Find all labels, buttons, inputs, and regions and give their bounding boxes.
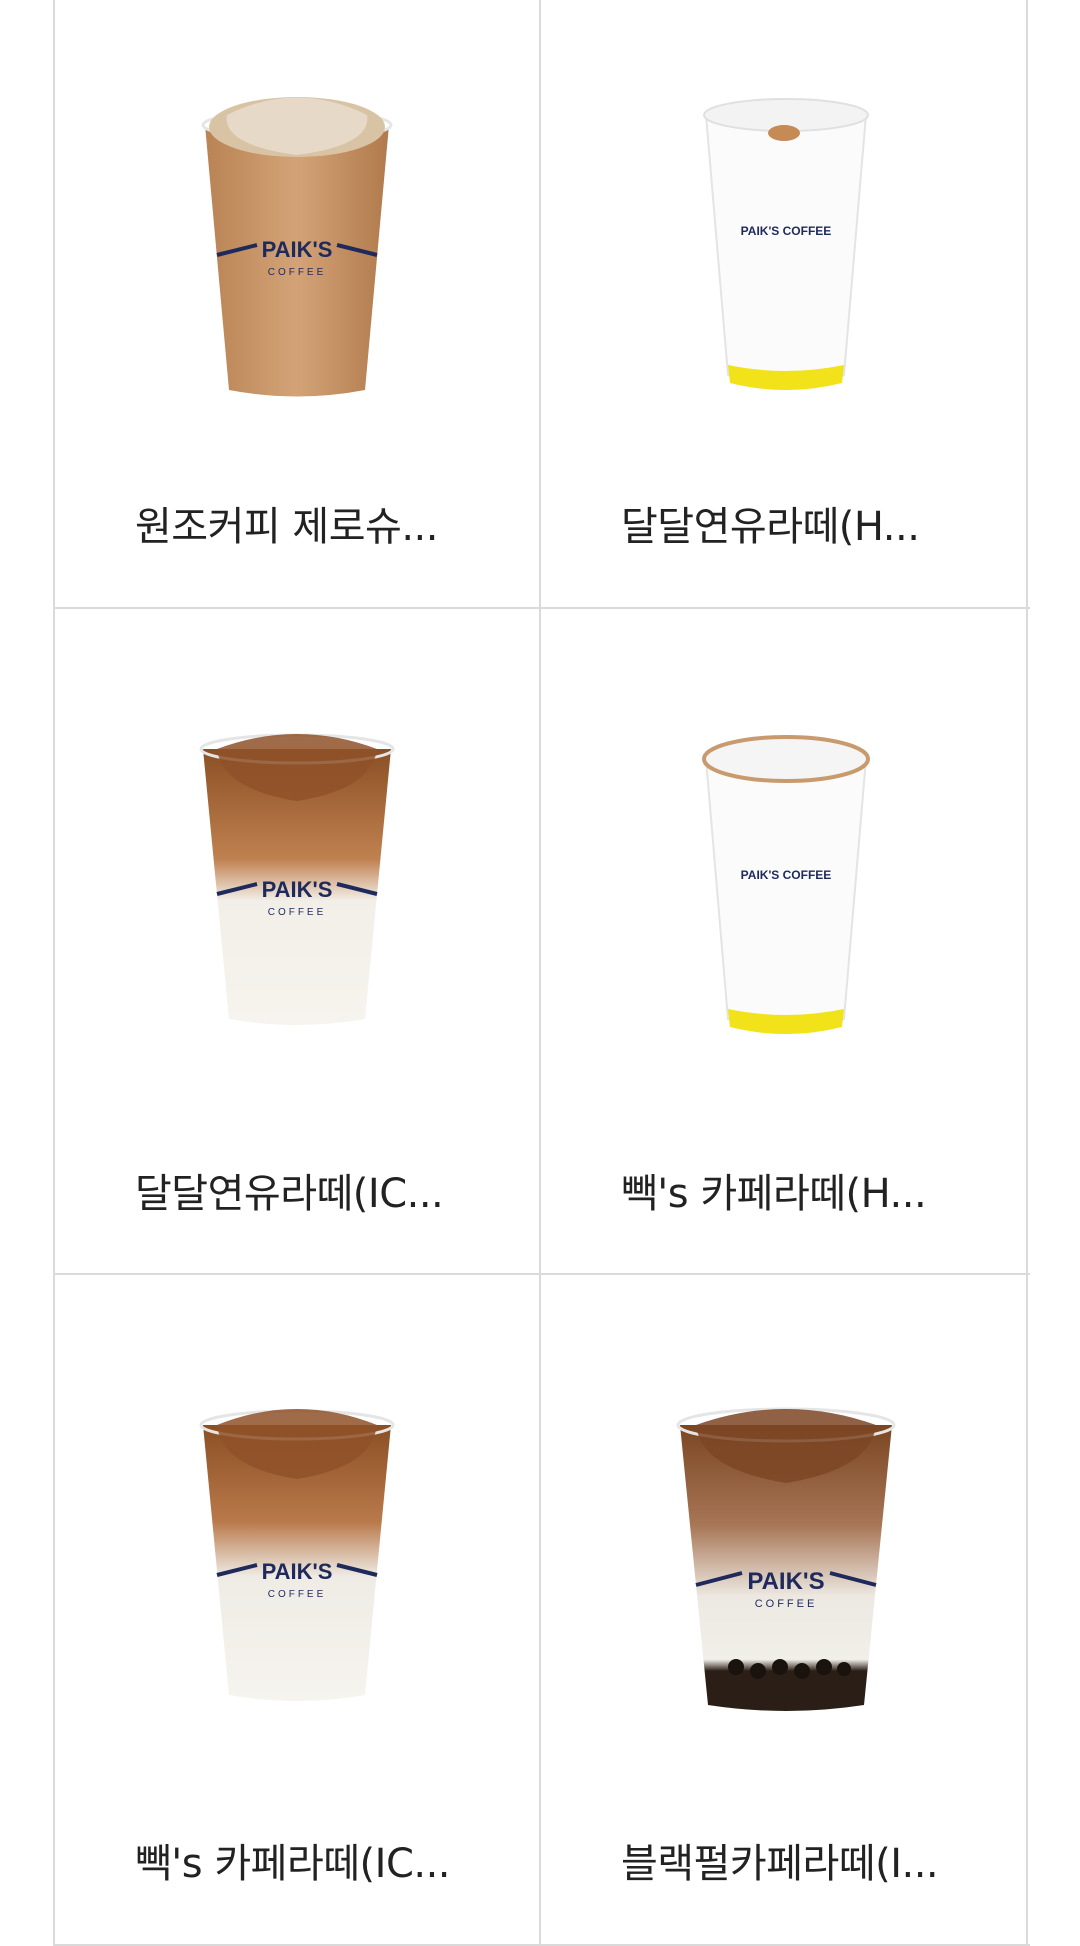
cup-brand-text: PAIK'S COFFEE	[740, 868, 831, 882]
product-name: 원조커피 제로슈...	[135, 504, 438, 550]
cup-brand-text: PAIK'S	[747, 1568, 824, 1595]
iced-coffee-image: PAIK'S COFFEE	[201, 97, 393, 397]
cup-brand-sub: COFFEE	[268, 1589, 327, 1600]
cup-brand-sub: COFFEE	[268, 267, 327, 278]
product-grid: PAIK'S COFFEE 원조커피 제로슈... PAIK'S COFFEE …	[53, 0, 1030, 1946]
hot-latte-image: PAIK'S COFFEE	[702, 98, 869, 390]
product-name: 빽's 카페라떼(IC...	[135, 1841, 451, 1887]
cup-brand-sub: COFFEE	[754, 1598, 817, 1610]
cup-brand-text: PAIK'S	[262, 237, 333, 262]
product-name: 달달연유라떼(H...	[621, 504, 920, 550]
product-card[interactable]: PAIK'S COFFEE 블랙펄카페라떼(I...	[541, 1275, 1030, 1946]
black-pearl-latte-image: PAIK'S COFFEE	[676, 1407, 895, 1711]
product-card[interactable]: PAIK'S COFFEE 달달연유라떼(H...	[541, 0, 1030, 609]
product-name: 빽's 카페라떼(H...	[621, 1171, 927, 1217]
cup-brand-text: PAIK'S	[262, 1559, 333, 1584]
product-name: 블랙펄카페라떼(I...	[621, 1841, 939, 1887]
cup-brand-text: PAIK'S COFFEE	[740, 224, 831, 238]
product-card[interactable]: PAIK'S COFFEE 빽's 카페라떼(IC...	[55, 1275, 541, 1946]
iced-latte-image: PAIK'S COFFEE	[199, 1409, 395, 1701]
product-card[interactable]: PAIK'S COFFEE 달달연유라떼(IC...	[55, 609, 541, 1275]
hot-latte-image: PAIK'S COFFEE	[701, 735, 870, 1034]
product-name: 달달연유라떼(IC...	[135, 1171, 444, 1217]
cup-brand-text: PAIK'S	[262, 877, 333, 902]
product-card[interactable]: PAIK'S COFFEE 원조커피 제로슈...	[55, 0, 541, 609]
product-card[interactable]: PAIK'S COFFEE 빽's 카페라떼(H...	[541, 609, 1030, 1275]
iced-latte-image: PAIK'S COFFEE	[199, 733, 395, 1025]
cup-brand-sub: COFFEE	[268, 907, 327, 918]
